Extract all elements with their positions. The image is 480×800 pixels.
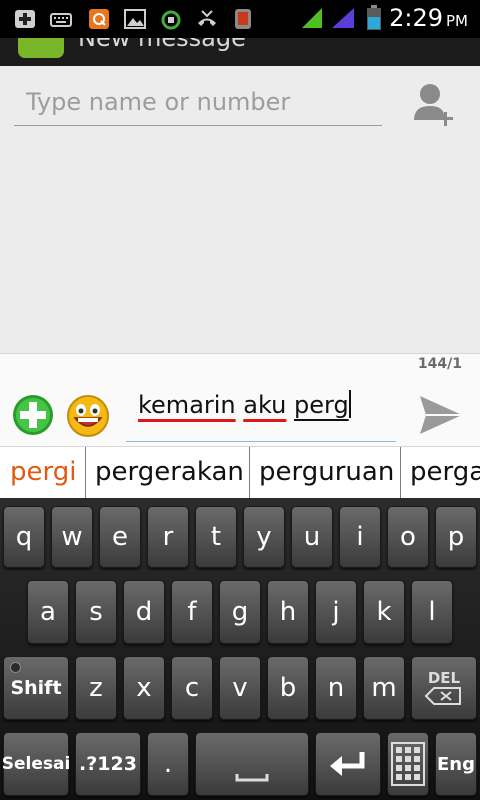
action-bar: New message (0, 38, 480, 66)
soft-keyboard: q w e r t y u i o p a s d f g h j k l Sh… (0, 498, 480, 800)
keypad-grid-icon (391, 742, 425, 786)
key-d[interactable]: d (123, 580, 165, 644)
typed-word: kemarin (138, 391, 236, 419)
key-s[interactable]: s (75, 580, 117, 644)
character-counter: 144/1 (417, 356, 462, 372)
compose-area: 144/1 kemarin aku perg (0, 353, 480, 447)
enter-key[interactable] (315, 732, 381, 796)
key-n[interactable]: n (315, 656, 357, 720)
enter-icon (330, 752, 365, 776)
battery-icon (367, 5, 381, 30)
recipient-input[interactable] (14, 78, 382, 126)
suggestion-item[interactable]: pergerakan (95, 447, 244, 499)
add-contact-icon[interactable] (410, 80, 460, 128)
key-c[interactable]: c (171, 656, 213, 720)
recipient-area (0, 66, 480, 353)
key-r[interactable]: r (147, 506, 189, 568)
backspace-icon (424, 687, 461, 705)
shift-key-label: Shift (10, 677, 62, 699)
image-icon (124, 9, 146, 29)
message-input[interactable]: kemarin aku perg (126, 384, 396, 442)
space-icon (235, 774, 269, 782)
key-t[interactable]: t (195, 506, 237, 568)
suggestion-item[interactable]: perguruan (259, 447, 394, 499)
suggestion-item[interactable]: perga (410, 447, 480, 499)
key-u[interactable]: u (291, 506, 333, 568)
composing-word: perg (294, 391, 349, 419)
key-w[interactable]: w (51, 506, 93, 568)
action-bar-title: New message (78, 38, 246, 52)
done-key[interactable]: Selesai (2, 732, 70, 796)
shift-key[interactable]: Shift (3, 656, 69, 720)
symbols-key[interactable]: .?123 (75, 732, 141, 796)
messaging-app-icon (18, 38, 64, 58)
status-bar: 2:29 PM (0, 0, 480, 38)
suggestion-divider (249, 447, 250, 499)
key-v[interactable]: v (219, 656, 261, 720)
typed-word: aku (243, 391, 287, 419)
missed-call-icon (198, 10, 216, 26)
smiley-icon[interactable] (66, 394, 110, 438)
key-i[interactable]: i (339, 506, 381, 568)
send-icon[interactable] (414, 392, 466, 438)
key-x[interactable]: x (123, 656, 165, 720)
add-attachment-icon[interactable] (12, 394, 54, 436)
shift-indicator-icon (10, 662, 21, 673)
phone-app-icon (235, 9, 251, 29)
keyboard-icon (50, 13, 72, 27)
space-key[interactable] (195, 732, 309, 796)
key-j[interactable]: j (315, 580, 357, 644)
key-b[interactable]: b (267, 656, 309, 720)
keypad-grid-key[interactable] (387, 732, 429, 796)
add-notification-icon (15, 10, 35, 28)
key-p[interactable]: p (435, 506, 477, 568)
key-q[interactable]: q (3, 506, 45, 568)
text-caret (348, 390, 351, 418)
key-g[interactable]: g (219, 580, 261, 644)
key-period[interactable]: . (147, 732, 189, 796)
signal-green-icon (302, 8, 322, 28)
suggestion-item[interactable]: pergi (10, 447, 76, 499)
delete-key-label: DEL (427, 669, 461, 687)
key-e[interactable]: e (99, 506, 141, 568)
key-h[interactable]: h (267, 580, 309, 644)
language-key[interactable]: Eng (435, 732, 477, 796)
key-z[interactable]: z (75, 656, 117, 720)
key-l[interactable]: l (411, 580, 453, 644)
key-k[interactable]: k (363, 580, 405, 644)
suggestion-divider (400, 447, 401, 499)
q-app-icon (89, 9, 109, 29)
key-m[interactable]: m (363, 656, 405, 720)
status-clock: 2:29 PM (389, 4, 468, 32)
suggestion-divider (85, 447, 86, 499)
signal-purple-icon (332, 8, 354, 28)
sync-icon (161, 10, 181, 30)
key-o[interactable]: o (387, 506, 429, 568)
key-a[interactable]: a (27, 580, 69, 644)
key-y[interactable]: y (243, 506, 285, 568)
delete-key[interactable]: DEL (411, 656, 477, 720)
suggestion-strip: pergi pergerakan perguruan perga (0, 446, 480, 499)
key-f[interactable]: f (171, 580, 213, 644)
